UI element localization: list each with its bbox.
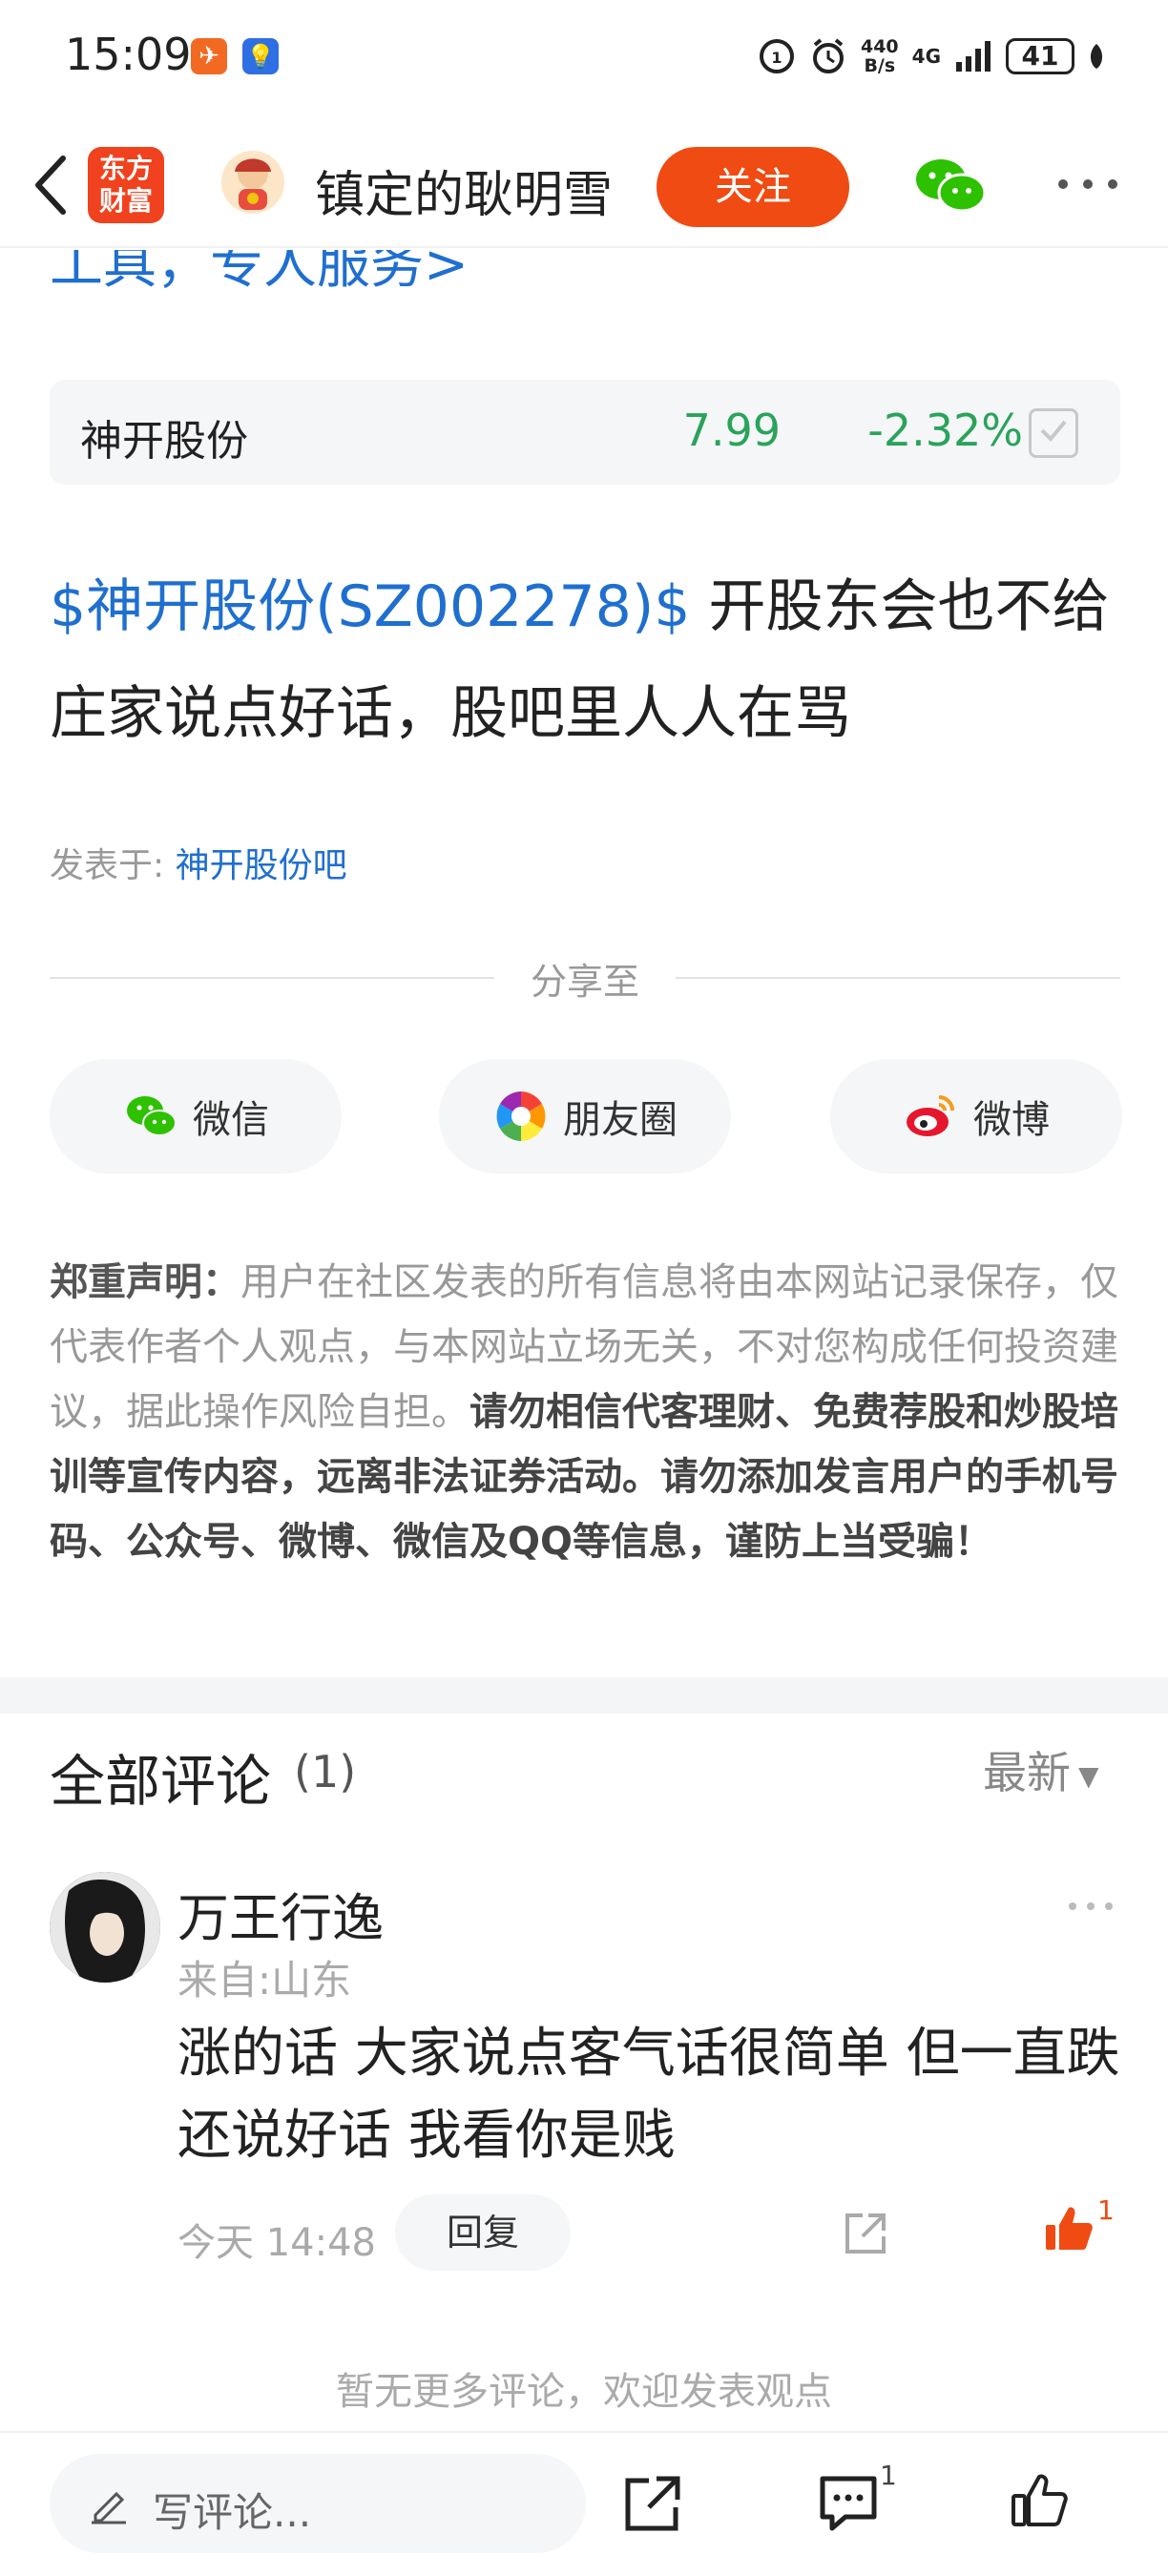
share-wechat-label: 微信 [193, 1098, 269, 1142]
comments-count: (1) [294, 1746, 357, 1797]
back-button[interactable] [23, 151, 80, 219]
network-speed-unit: B/s [864, 55, 896, 76]
network-speed-value: 440 [860, 36, 899, 57]
chevron-left-icon [35, 156, 66, 215]
section-separator [0, 1677, 1168, 1714]
moments-icon [496, 1091, 546, 1141]
network-type: 4G [911, 45, 941, 68]
commenter-avatar[interactable] [50, 1872, 160, 1983]
author-avatar[interactable] [221, 151, 284, 214]
share-moments-button[interactable]: 朋友圈 [439, 1059, 731, 1174]
comment-text: 涨的话 大家说点客气话很简单 但一直跌 还说好话 我看你是贱 [177, 2023, 1120, 2167]
pen-icon [92, 2491, 126, 2524]
posted-in: 发表于: 神开股份吧 [50, 838, 347, 887]
post-content: $神开股份(SZ002278)$ 开股东会也不给庄家说点好话，股吧里人人在骂 [50, 553, 1120, 767]
share-comment-button[interactable] [840, 2208, 891, 2259]
commenter-name[interactable]: 万王行逸 [177, 1876, 384, 1951]
network-speed: 440 B/s [861, 37, 899, 75]
share-icon [625, 2476, 680, 2531]
stock-name: 神开股份 [80, 417, 248, 466]
signal-icon [956, 41, 991, 72]
brand-logo: 东方财富 [88, 147, 164, 223]
no-more-comments: 暂无更多评论，欢迎发表观点 [336, 2370, 832, 2414]
bottom-share-button[interactable] [622, 2473, 683, 2534]
notification-bulb-icon: 💡 [242, 38, 279, 74]
thumbs-up-icon [1012, 2474, 1068, 2526]
author-name[interactable]: 镇定的耿明雪 [315, 155, 613, 226]
write-comment-placeholder: 写评论... [153, 2489, 312, 2536]
share-icon [845, 2213, 886, 2254]
more-dots-icon [1069, 1902, 1113, 1910]
stock-quote-card[interactable]: 神开股份 7.99 -2.32% [50, 380, 1120, 485]
bottom-comment-count: 1 [880, 2460, 897, 2491]
like-comment-button[interactable] [1042, 2202, 1095, 2255]
commenter-location: 来自:山东 [177, 1957, 352, 2004]
weibo-icon [907, 1095, 954, 1136]
wechat-icon [916, 159, 987, 213]
svg-text:1: 1 [771, 49, 782, 67]
comment-bubble-icon [820, 2476, 877, 2531]
disclaimer: 郑重声明：用户在社区发表的所有信息将由本网站记录保存，仅代表作者个人观点，与本网… [50, 1250, 1120, 1574]
mascot-icon [235, 158, 271, 210]
bottom-action-bar: 写评论... 1 [0, 2431, 1168, 2576]
wechat-share-button[interactable] [912, 155, 989, 216]
reply-button[interactable]: 回复 [395, 2194, 571, 2271]
share-label: 分享至 [530, 961, 639, 1003]
sort-dropdown[interactable]: 最新 ▼ [983, 1738, 1099, 1801]
posted-in-label: 发表于: [50, 846, 165, 885]
service-link-text: 工具，专人服务> [50, 250, 469, 296]
check-icon [1040, 420, 1067, 442]
thumbs-up-icon [1046, 2207, 1093, 2250]
like-count: 1 [1097, 2194, 1115, 2226]
notification-app-icon: ✈ [191, 38, 227, 74]
share-weibo-button[interactable]: 微博 [830, 1059, 1122, 1174]
caret-down-icon: ▼ [1078, 1760, 1099, 1792]
divider [50, 977, 494, 979]
follow-button[interactable]: 关注 [657, 147, 849, 227]
stock-price: 7.99 [682, 405, 781, 456]
bottom-comment-button[interactable] [817, 2473, 880, 2534]
disclaimer-lead: 郑重声明： [50, 1260, 240, 1304]
stock-change: -2.32% [867, 405, 1023, 456]
comments-title: 全部评论 [50, 1749, 272, 1814]
comment-more-button[interactable] [1065, 1887, 1116, 1921]
wechat-icon [127, 1096, 177, 1136]
add-watchlist-checkbox[interactable] [1029, 408, 1078, 458]
share-moments-label: 朋友圈 [563, 1098, 678, 1142]
divider [676, 977, 1120, 979]
more-dots-icon [1058, 179, 1117, 189]
write-comment-input[interactable]: 写评论... [50, 2454, 586, 2553]
status-bar: 15:09 ✈ 💡 1 440 B/s 4G 41 [0, 0, 1168, 114]
bottom-like-button[interactable] [1008, 2469, 1071, 2532]
top-app-bar: 东方财富 镇定的耿明雪 关注 [0, 124, 1168, 248]
share-weibo-label: 微博 [973, 1098, 1050, 1142]
stock-tag-link[interactable]: $神开股份(SZ002278)$ [50, 573, 690, 640]
avatar-image [50, 1872, 160, 1983]
share-wechat-button[interactable]: 微信 [50, 1059, 342, 1174]
stock-bar-link[interactable]: 神开股份吧 [176, 846, 347, 885]
service-link[interactable]: 工具，专人服务> [50, 250, 469, 301]
more-options-button[interactable] [1050, 162, 1126, 210]
battery-indicator: 41 [1006, 38, 1074, 74]
comment-time: 今天 14:48 [177, 2221, 376, 2265]
data-saver-icon: 1 [759, 39, 794, 73]
sort-label: 最新 [983, 1747, 1071, 1798]
status-time: 15:09 [65, 29, 192, 80]
leaf-icon [1090, 44, 1103, 69]
alarm-icon [812, 38, 844, 73]
status-indicators: 1 440 B/s 4G 41 [758, 32, 1105, 80]
